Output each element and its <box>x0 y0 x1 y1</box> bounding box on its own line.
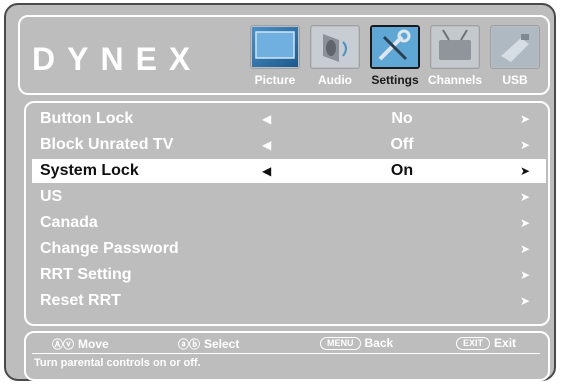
channels-icon <box>430 25 480 69</box>
picture-icon <box>250 25 300 69</box>
tab-audio-label: Audio <box>318 73 352 87</box>
tab-channels-label: Channels <box>427 73 482 87</box>
menu-item-rrt-setting[interactable]: RRT Setting ➤ <box>32 263 546 287</box>
settings-icon <box>370 25 420 69</box>
menu-item-label: Change Password <box>40 240 179 257</box>
menu-item-label: Canada <box>40 214 98 231</box>
menu-item-value: No <box>391 110 413 127</box>
right-arrow-icon[interactable]: ➤ <box>520 188 530 206</box>
left-arrow-icon[interactable]: ◀ <box>262 110 271 128</box>
right-arrow-icon[interactable]: ➤ <box>520 162 530 180</box>
key-move-label: Move <box>78 337 109 351</box>
menu-item-label: Block Unrated TV <box>40 136 174 153</box>
key-back-label: Back <box>364 336 394 350</box>
tab-picture-label: Picture <box>254 73 296 87</box>
right-arrow-icon[interactable]: ➤ <box>520 110 530 128</box>
tab-channels[interactable]: Channels <box>426 23 484 93</box>
left-right-arrows-icon: ⓐⓑ <box>178 339 200 351</box>
menu-item-us[interactable]: US ➤ <box>32 185 546 209</box>
up-down-arrows-icon: Ⓐⓥ <box>52 339 74 351</box>
header-panel: DYNEX Picture Audio Settings Channels US… <box>18 15 550 95</box>
menu-item-block-unrated-tv[interactable]: Block Unrated TV ◀ Off ➤ <box>32 133 546 157</box>
menu-item-label: System Lock <box>40 162 139 179</box>
right-arrow-icon[interactable]: ➤ <box>520 240 530 258</box>
menu-item-reset-rrt[interactable]: Reset RRT ➤ <box>32 289 546 313</box>
key-select: ⓐⓑ Select <box>178 336 239 352</box>
menu-item-label: Reset RRT <box>40 292 121 309</box>
menu-tabs: Picture Audio Settings Channels USB <box>246 23 546 93</box>
tab-usb-label: USB <box>502 73 528 87</box>
tab-settings[interactable]: Settings <box>366 23 424 93</box>
tab-usb[interactable]: USB <box>486 23 544 93</box>
right-arrow-icon[interactable]: ➤ <box>520 292 530 310</box>
tab-audio[interactable]: Audio <box>306 23 364 93</box>
tv-menu-screen: DYNEX Picture Audio Settings Channels US… <box>4 3 556 381</box>
left-arrow-icon[interactable]: ◀ <box>262 162 271 180</box>
tab-settings-label: Settings <box>371 73 419 87</box>
menu-item-change-password[interactable]: Change Password ➤ <box>32 237 546 261</box>
key-move: Ⓐⓥ Move <box>52 336 109 352</box>
right-arrow-icon[interactable]: ➤ <box>520 214 530 232</box>
key-select-label: Select <box>204 337 240 351</box>
usb-icon <box>490 25 540 69</box>
menu-item-label: Button Lock <box>40 110 134 127</box>
key-exit: EXIT Exit <box>456 336 516 352</box>
right-arrow-icon[interactable]: ➤ <box>520 136 530 154</box>
key-back: MENU Back <box>320 336 393 352</box>
settings-menu-list: Button Lock ◀ No ➤ Block Unrated TV ◀ Of… <box>24 101 550 326</box>
menu-item-button-lock[interactable]: Button Lock ◀ No ➤ <box>32 107 546 131</box>
menu-item-label: RRT Setting <box>40 266 132 283</box>
key-guide: Ⓐⓥ Move ⓐⓑ Select MENU Back EXIT Exit <box>26 333 548 353</box>
help-text: Turn parental controls on or off. <box>34 357 201 369</box>
menu-item-label: US <box>40 188 63 205</box>
menu-item-canada[interactable]: Canada ➤ <box>32 211 546 235</box>
left-arrow-icon[interactable]: ◀ <box>262 136 271 154</box>
key-guide-footer: Ⓐⓥ Move ⓐⓑ Select MENU Back EXIT Exit Turn p… <box>24 331 550 381</box>
menu-item-value: On <box>390 162 414 179</box>
menu-item-system-lock[interactable]: System Lock ◀ On ➤ <box>32 159 546 183</box>
dynex-logo: DYNEX <box>32 41 203 77</box>
menu-key-icon: MENU <box>320 337 361 350</box>
right-arrow-icon[interactable]: ➤ <box>520 266 530 284</box>
tab-picture[interactable]: Picture <box>246 23 304 93</box>
audio-icon <box>310 25 360 69</box>
footer-divider <box>32 353 540 354</box>
key-exit-label: Exit <box>494 336 517 350</box>
menu-item-value: Off <box>390 136 414 153</box>
exit-key-icon: EXIT <box>456 337 491 350</box>
